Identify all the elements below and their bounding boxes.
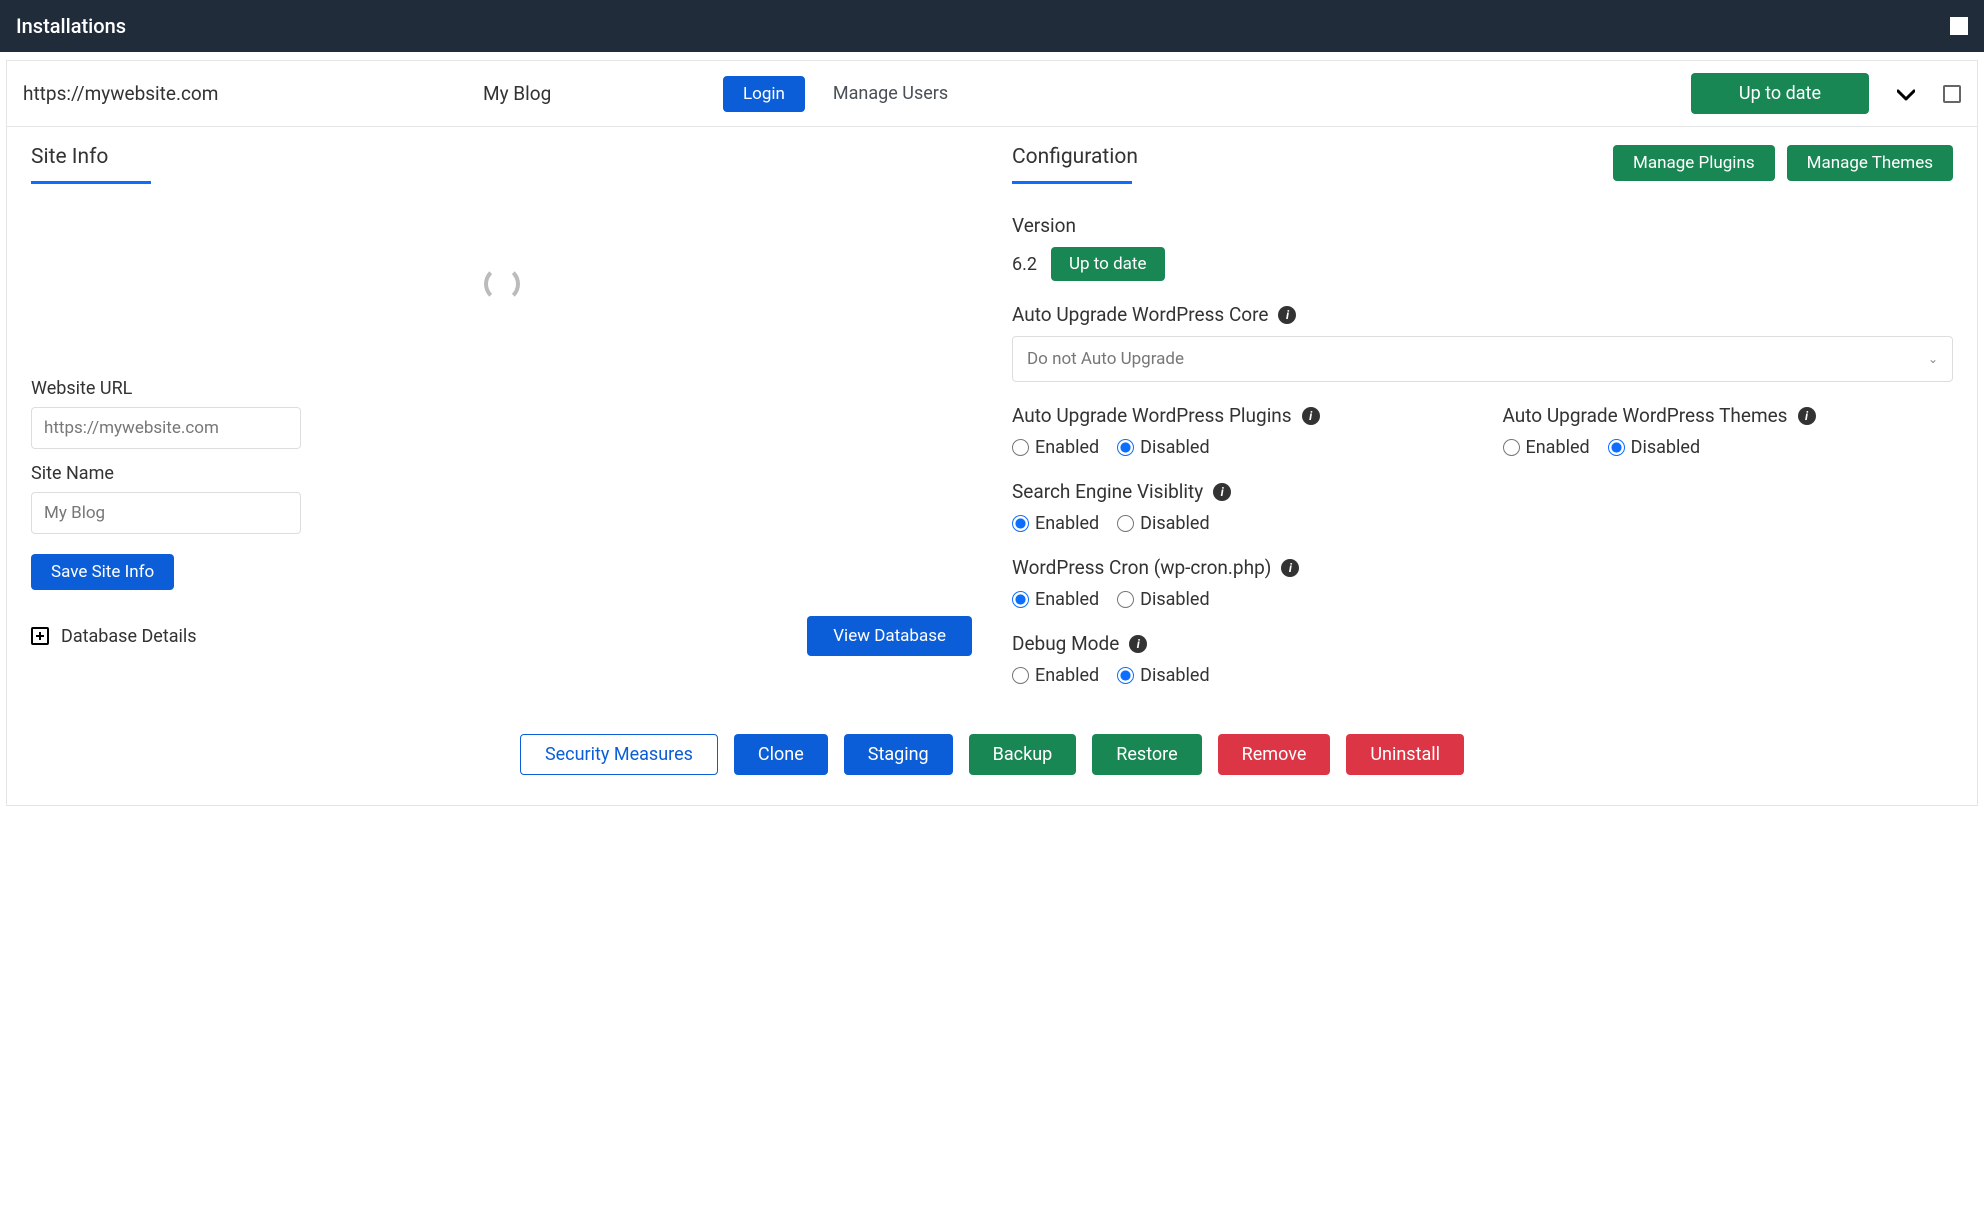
save-site-info-button[interactable]: Save Site Info: [31, 554, 174, 590]
header-bar: Installations: [0, 0, 1984, 52]
info-icon[interactable]: i: [1798, 407, 1816, 425]
auto-upgrade-themes-label: Auto Upgrade WordPress Themes i: [1503, 404, 1954, 427]
backup-button[interactable]: Backup: [969, 734, 1077, 775]
security-measures-button[interactable]: Security Measures: [520, 734, 718, 775]
site-info-section: Site Info Website URL Site Name Save Sit…: [31, 145, 972, 686]
plugins-disabled-option[interactable]: Disabled: [1117, 437, 1209, 458]
search-engine-label: Search Engine Visiblity i: [1012, 480, 1953, 503]
select-all-checkbox[interactable]: [1950, 17, 1968, 35]
info-icon[interactable]: i: [1281, 559, 1299, 577]
plugins-enabled-option[interactable]: Enabled: [1012, 437, 1099, 458]
themes-disabled-option[interactable]: Disabled: [1608, 437, 1700, 458]
auto-upgrade-core-label: Auto Upgrade WordPress Core i: [1012, 303, 1953, 326]
manage-users-link[interactable]: Manage Users: [825, 83, 948, 104]
themes-enabled-option[interactable]: Enabled: [1503, 437, 1590, 458]
themes-enabled-radio[interactable]: [1503, 439, 1520, 456]
cron-label: WordPress Cron (wp-cron.php) i: [1012, 556, 1953, 579]
cron-enabled-radio[interactable]: [1012, 591, 1029, 608]
restore-button[interactable]: Restore: [1092, 734, 1201, 775]
auto-upgrade-plugins-label: Auto Upgrade WordPress Plugins i: [1012, 404, 1463, 427]
manage-plugins-button[interactable]: Manage Plugins: [1613, 145, 1775, 181]
plugins-disabled-radio[interactable]: [1117, 439, 1134, 456]
info-icon[interactable]: i: [1129, 635, 1147, 653]
auto-upgrade-core-value: Do not Auto Upgrade: [1027, 349, 1184, 369]
configuration-heading: Configuration: [1012, 145, 1138, 169]
debug-disabled-option[interactable]: Disabled: [1117, 665, 1209, 686]
install-panel: https://mywebsite.com My Blog Login Mana…: [6, 60, 1978, 806]
expand-chevron-icon[interactable]: [1889, 82, 1923, 106]
clone-button[interactable]: Clone: [734, 734, 828, 775]
uninstall-button[interactable]: Uninstall: [1346, 734, 1464, 775]
database-details-label: Database Details: [61, 626, 197, 647]
themes-disabled-radio[interactable]: [1608, 439, 1625, 456]
site-name-input[interactable]: [31, 492, 301, 534]
site-name: My Blog: [483, 82, 703, 105]
version-value: 6.2: [1012, 254, 1037, 275]
debug-label: Debug Mode i: [1012, 632, 1953, 655]
page-title: Installations: [16, 14, 126, 38]
debug-enabled-option[interactable]: Enabled: [1012, 665, 1099, 686]
search-disabled-radio[interactable]: [1117, 515, 1134, 532]
remove-button[interactable]: Remove: [1218, 734, 1331, 775]
info-icon[interactable]: i: [1302, 407, 1320, 425]
up-to-date-button[interactable]: Up to date: [1691, 73, 1869, 114]
search-enabled-option[interactable]: Enabled: [1012, 513, 1099, 534]
details-body: Site Info Website URL Site Name Save Sit…: [7, 127, 1977, 716]
cron-disabled-radio[interactable]: [1117, 591, 1134, 608]
configuration-underline: [1012, 181, 1132, 184]
view-database-button[interactable]: View Database: [807, 616, 972, 656]
login-button[interactable]: Login: [723, 76, 805, 112]
plugins-enabled-radio[interactable]: [1012, 439, 1029, 456]
search-disabled-option[interactable]: Disabled: [1117, 513, 1209, 534]
action-buttons-row: Security Measures Clone Staging Backup R…: [7, 716, 1977, 805]
cron-disabled-option[interactable]: Disabled: [1117, 589, 1209, 610]
search-enabled-radio[interactable]: [1012, 515, 1029, 532]
site-info-heading: Site Info: [31, 145, 108, 169]
site-summary-row: https://mywebsite.com My Blog Login Mana…: [7, 61, 1977, 127]
auto-upgrade-core-select[interactable]: Do not Auto Upgrade ⌄: [1012, 336, 1953, 382]
info-icon[interactable]: i: [1278, 306, 1296, 324]
staging-button[interactable]: Staging: [844, 734, 953, 775]
chevron-down-icon: ⌄: [1928, 352, 1938, 366]
debug-enabled-radio[interactable]: [1012, 667, 1029, 684]
website-url-input[interactable]: [31, 407, 301, 449]
site-name-label: Site Name: [31, 463, 972, 484]
cron-enabled-option[interactable]: Enabled: [1012, 589, 1099, 610]
configuration-section: Configuration Manage Plugins Manage Them…: [1012, 145, 1953, 686]
site-url[interactable]: https://mywebsite.com: [23, 82, 463, 105]
info-icon[interactable]: i: [1213, 483, 1231, 501]
select-site-checkbox[interactable]: [1943, 85, 1961, 103]
version-uptodate-badge[interactable]: Up to date: [1051, 247, 1165, 281]
spinner-icon: [484, 266, 520, 302]
screenshot-loading: [31, 204, 972, 364]
version-label: Version: [1012, 214, 1953, 237]
plus-icon: [31, 627, 49, 645]
manage-themes-button[interactable]: Manage Themes: [1787, 145, 1953, 181]
website-url-label: Website URL: [31, 378, 972, 399]
database-details-toggle[interactable]: Database Details: [31, 626, 197, 647]
site-info-underline: [31, 181, 151, 184]
debug-disabled-radio[interactable]: [1117, 667, 1134, 684]
